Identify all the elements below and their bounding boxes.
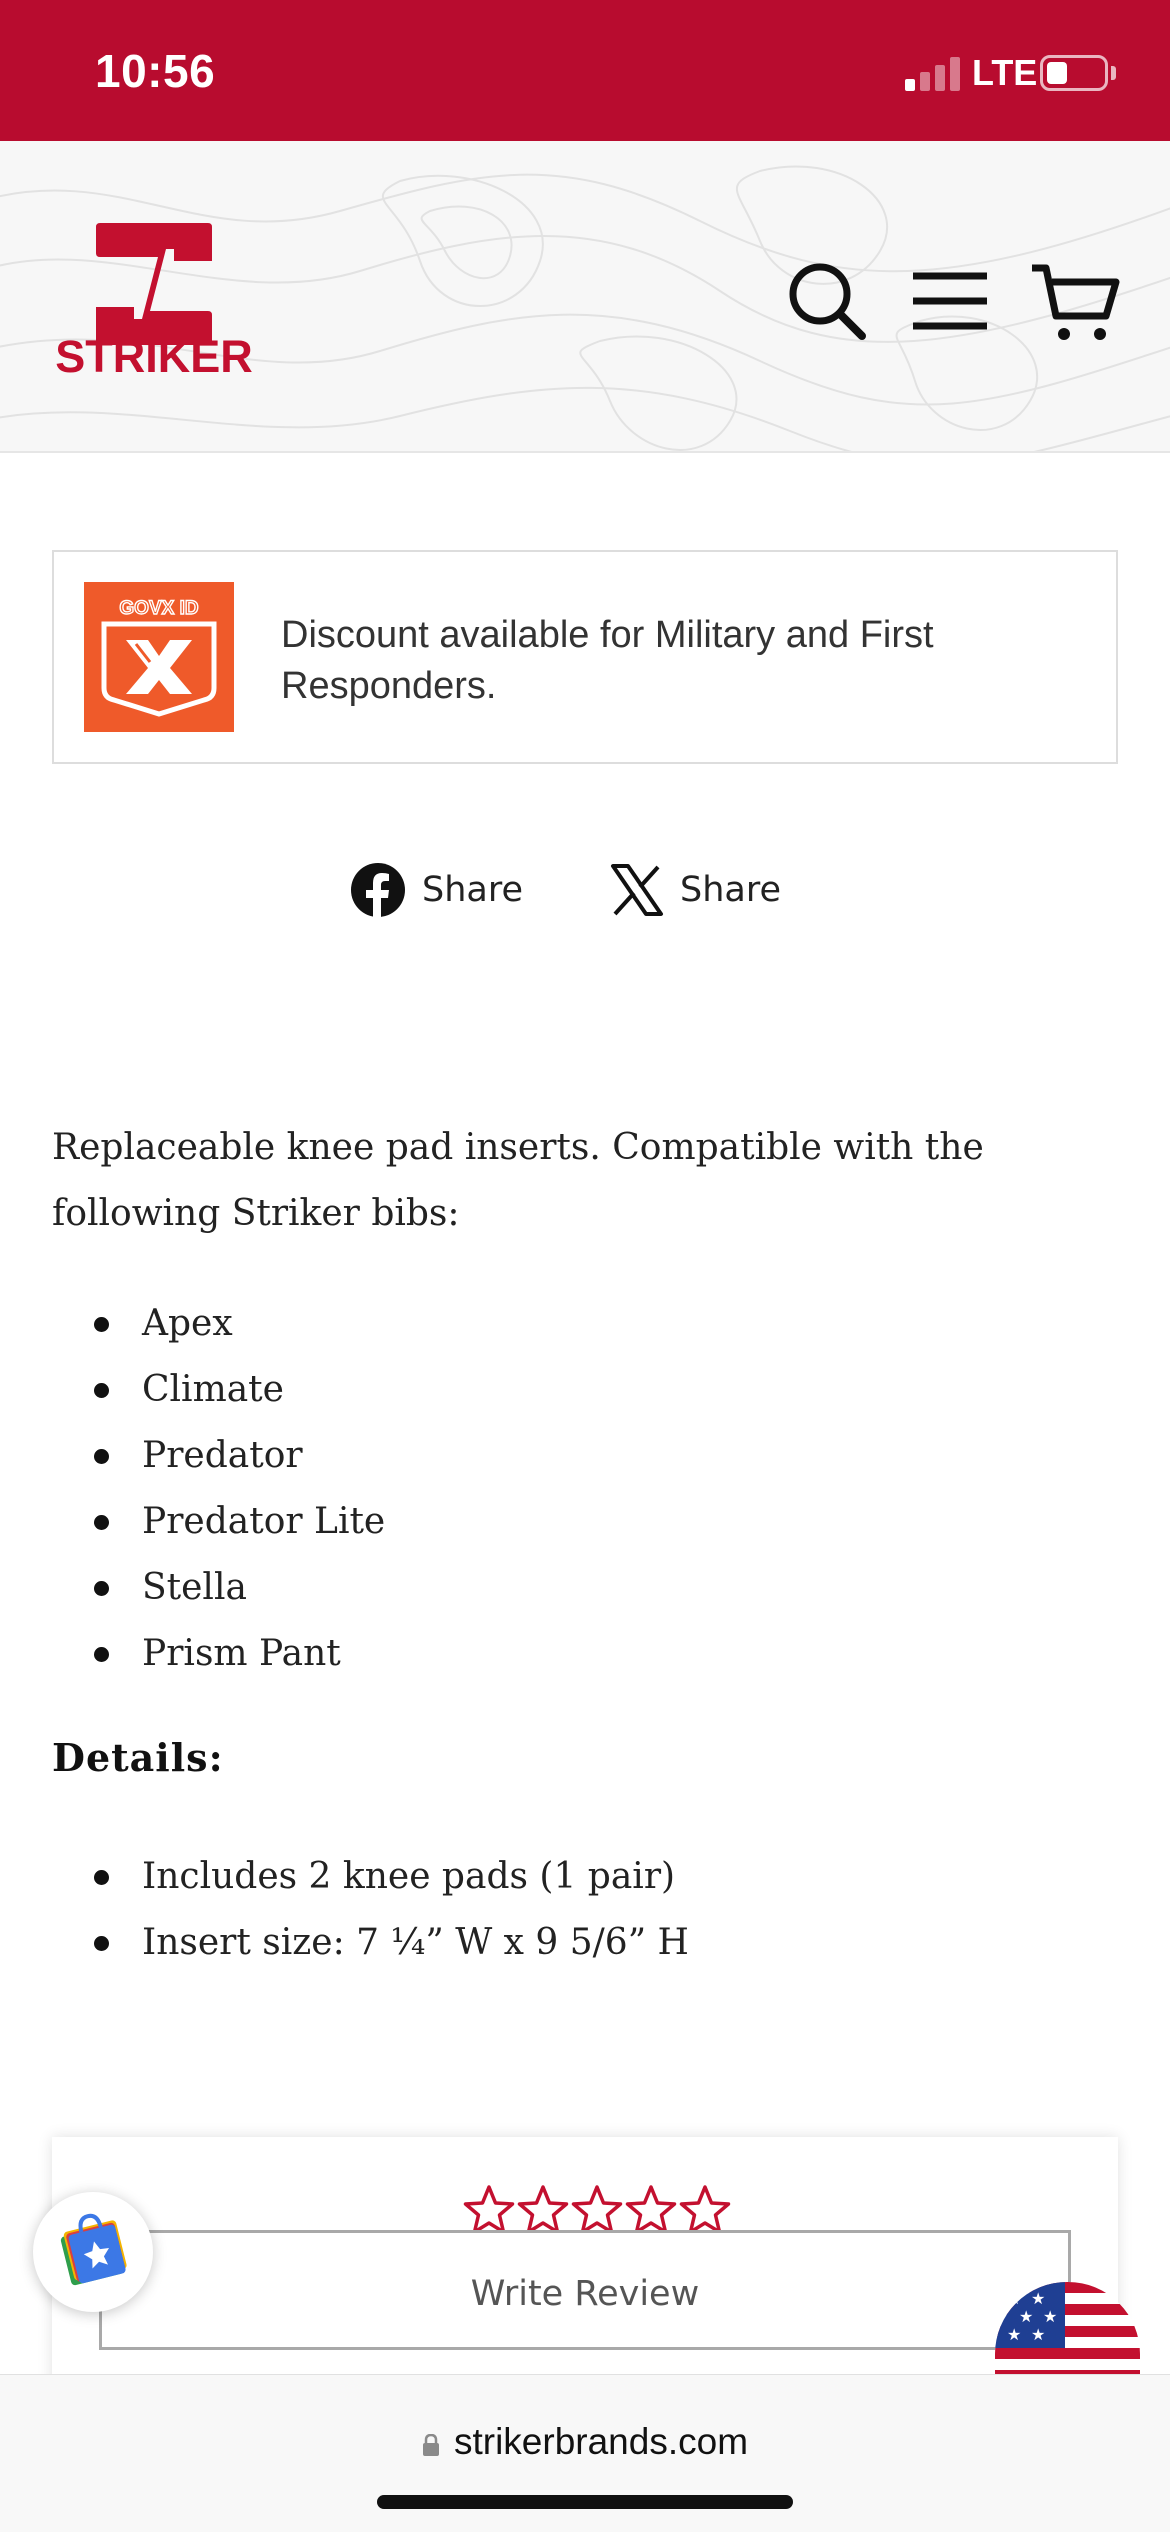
cart-icon[interactable]: [1030, 256, 1120, 346]
svg-text:★: ★: [1031, 2325, 1045, 2344]
star-icon: [678, 2183, 732, 2237]
list-item: Stella: [52, 1555, 1122, 1621]
svg-text:★: ★: [1043, 2307, 1057, 2326]
svg-text:★: ★: [1007, 2325, 1021, 2344]
govx-discount-text: Discount available for Military and Firs…: [281, 614, 934, 707]
govx-discount-banner[interactable]: GOVX ID Discount available for Military …: [52, 550, 1118, 764]
battery-tip: [1111, 66, 1116, 80]
star-icon: [624, 2183, 678, 2237]
menu-icon[interactable]: [905, 256, 995, 346]
list-item: Includes 2 knee pads (1 pair): [52, 1844, 1122, 1910]
site-header: STRIKER: [0, 141, 1170, 453]
url-display[interactable]: strikerbrands.com: [0, 2421, 1170, 2463]
facebook-icon: [351, 863, 405, 918]
status-time: 10:56: [95, 45, 216, 97]
details-list: Includes 2 knee pads (1 pair) Insert siz…: [52, 1844, 1122, 1976]
list-item: Apex: [52, 1291, 1122, 1357]
x-share-button[interactable]: Share: [610, 860, 781, 920]
striker-wordmark: STRIKER: [55, 331, 253, 382]
facebook-share-button[interactable]: Share: [350, 860, 523, 920]
signal-icon: [905, 57, 961, 91]
shopping-bag-icon: [60, 2213, 127, 2286]
svg-text:★: ★: [1019, 2307, 1033, 2326]
shopping-bag-button[interactable]: [33, 2192, 153, 2312]
lock-icon: [422, 2423, 440, 2456]
govx-logo-label: GOVX ID: [119, 598, 198, 619]
star-icon: [570, 2183, 624, 2237]
facebook-share-label: Share: [422, 870, 524, 910]
product-description: Replaceable knee pad inserts. Compatible…: [52, 1127, 984, 1234]
list-item: Predator Lite: [52, 1489, 1122, 1555]
network-label: LTE: [972, 52, 1038, 93]
details-heading: Details:: [52, 1735, 224, 1780]
star-icon: [516, 2183, 570, 2237]
star-icon: [462, 2183, 516, 2237]
battery-icon: [1040, 55, 1108, 91]
govx-logo: GOVX ID: [84, 582, 234, 732]
list-item: Insert size: 7 ¼” W x 9 5/6” H: [52, 1910, 1122, 1976]
list-item: Prism Pant: [52, 1621, 1122, 1687]
reviews-widget: Write Review: [52, 2137, 1118, 2397]
write-review-button[interactable]: Write Review: [99, 2230, 1071, 2350]
compatible-bibs-list: Apex Climate Predator Predator Lite Stel…: [52, 1291, 1122, 1687]
x-share-label: Share: [680, 870, 782, 910]
svg-text:★: ★: [1031, 2289, 1045, 2308]
x-icon: [611, 864, 663, 916]
search-icon[interactable]: [782, 256, 872, 346]
list-item: Climate: [52, 1357, 1122, 1423]
home-indicator: [377, 2495, 793, 2509]
status-bar: 10:56 LTE: [0, 0, 1170, 141]
url-text: strikerbrands.com: [453, 2421, 749, 2462]
list-item: Predator: [52, 1423, 1122, 1489]
